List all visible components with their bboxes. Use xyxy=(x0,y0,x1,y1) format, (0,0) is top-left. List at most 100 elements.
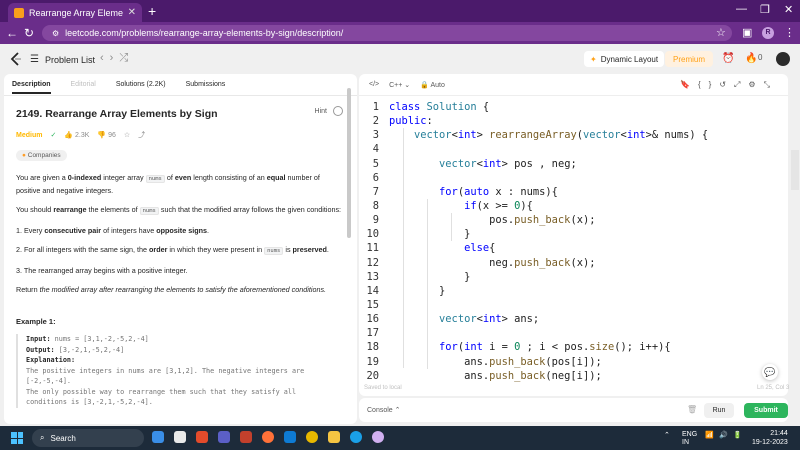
vscode-icon[interactable] xyxy=(284,431,296,443)
url-text: leetcode.com/problems/rearrange-array-el… xyxy=(65,28,344,38)
tab-description[interactable]: Description xyxy=(12,81,51,94)
submit-button[interactable]: Submit xyxy=(744,403,788,418)
code-line: 12 neg.push_back(x); xyxy=(366,256,596,269)
description-scrollbar[interactable] xyxy=(347,88,351,238)
firefox-icon[interactable] xyxy=(262,431,274,443)
code-line: 14 } xyxy=(366,284,446,297)
chat-feedback-icon[interactable]: 💬 xyxy=(762,364,778,380)
close-tab-icon[interactable]: ✕ xyxy=(128,7,136,18)
tab-submissions[interactable]: Submissions xyxy=(186,81,226,88)
share-icon[interactable]: ⤴ xyxy=(138,130,145,140)
list-icon: ☰ xyxy=(30,54,39,65)
browser-menu-icon[interactable]: ⋮ xyxy=(784,26,795,39)
volume-icon[interactable]: 🔊 xyxy=(719,431,728,439)
code-area[interactable]: 1 class Solution { 2 public: 3 vector<int>… xyxy=(359,96,788,383)
task-view-icon[interactable] xyxy=(152,431,164,443)
code-line: 18 for(int i = 0 ; i < pos.size(); i++){ xyxy=(366,341,671,354)
leetcode-top-nav: ☰ Problem List ‹›⤮ ✦ Dynamic Layout Prem… xyxy=(0,44,800,72)
indent-guide xyxy=(451,213,452,241)
problem-list-link[interactable]: ☰ Problem List xyxy=(30,54,95,65)
timer-icon[interactable]: ⏰ xyxy=(722,53,734,64)
clock[interactable]: 21:44 19-12-2023 xyxy=(752,429,788,447)
code-line: 13 } xyxy=(366,270,471,283)
saved-status: Saved to local xyxy=(364,385,402,391)
description-panel: Description Editorial Solutions (2.2K) S… xyxy=(4,74,357,424)
problem-title: 2149. Rearrange Array Elements by Sign xyxy=(16,108,218,120)
editor-actions[interactable]: 🔖{}↺⤢⚙⤡ xyxy=(680,80,778,90)
refresh-icon[interactable]: ↻ xyxy=(24,26,34,40)
leetcode-logo-icon[interactable] xyxy=(10,52,22,66)
indent-guide xyxy=(427,199,428,369)
left-tabs: Description Editorial Solutions (2.2K) S… xyxy=(4,74,357,96)
run-button[interactable]: Run xyxy=(704,403,734,418)
code-line: 20 ans.push_back(neg[i]); xyxy=(366,369,602,382)
settings-circle-icon[interactable] xyxy=(333,106,343,116)
condition-1: 1. Every consecutive pair of integers ha… xyxy=(16,226,209,235)
url-field[interactable]: ⚙ leetcode.com/problems/rearrange-array-… xyxy=(42,25,732,41)
prev-next-arrows[interactable]: ‹›⤮ xyxy=(100,52,134,65)
search-label: Search xyxy=(50,433,76,443)
favorite-star-icon[interactable]: ☆ xyxy=(124,131,130,139)
chrome-profile-icon[interactable] xyxy=(372,431,384,443)
indent-guide xyxy=(403,128,404,368)
console-bar: Console ⌃ 🗑 Run Submit xyxy=(359,398,788,422)
windows-start-icon[interactable] xyxy=(11,432,23,444)
dynamic-layout-button[interactable]: ✦ Dynamic Layout xyxy=(584,51,665,67)
new-tab-icon[interactable]: + xyxy=(148,3,156,19)
language-select[interactable]: C++ ⌄ xyxy=(389,81,410,89)
taskbar-search[interactable]: ⌕ Search xyxy=(32,429,144,447)
trash-icon[interactable]: 🗑 xyxy=(687,405,697,414)
widgets-icon[interactable] xyxy=(174,431,186,443)
code-line: 5 vector<int> pos , neg; xyxy=(372,157,577,170)
language-label: C++ xyxy=(389,81,403,89)
clock-time: 21:44 xyxy=(770,430,788,437)
code-line: 2 public: xyxy=(372,115,433,128)
premium-button[interactable]: Premium xyxy=(665,51,714,67)
browser-tab[interactable]: Rearrange Array Elements by Si ✕ xyxy=(8,3,142,22)
close-window-icon[interactable]: ✕ xyxy=(784,3,793,16)
sidebar-icon[interactable]: ▣ xyxy=(742,26,752,39)
console-toggle[interactable]: Console ⌃ xyxy=(367,406,401,414)
dynamic-layout-label: Dynamic Layout xyxy=(600,54,659,64)
tab-solutions[interactable]: Solutions (2.2K) xyxy=(116,81,166,88)
desc-paragraph-1: You are given a 0-indexed integer array … xyxy=(16,173,320,195)
code-line: 19 ans.push_back(pos[i]); xyxy=(366,355,602,368)
like-count: 2.3K xyxy=(75,132,90,139)
hint-button[interactable]: Hint xyxy=(315,108,327,115)
auto-mode-label: Auto xyxy=(430,81,445,89)
code-line: 11 else{ xyxy=(366,242,496,255)
region-label: IN xyxy=(682,439,689,446)
code-line: 16 vector<int> ans; xyxy=(366,313,540,326)
browser-profile-avatar[interactable]: R xyxy=(762,27,774,39)
battery-icon[interactable]: 🔋 xyxy=(733,431,742,439)
office-icon[interactable] xyxy=(240,431,252,443)
problem-meta: Medium ✓ 👍 2.3K 👎 96 ☆ ⤴ xyxy=(16,130,345,140)
code-line: 15 xyxy=(366,298,379,311)
language-indicator[interactable]: ENG IN xyxy=(682,431,697,447)
chrome-icon[interactable] xyxy=(306,431,318,443)
tray-overflow-icon[interactable]: ⌃ xyxy=(664,431,670,439)
like-button[interactable]: 👍 2.3K xyxy=(64,131,89,139)
streak-icon[interactable]: 🔥 xyxy=(745,53,757,64)
return-statement: Return the modified array after rearrang… xyxy=(16,285,327,294)
bookmark-star-icon[interactable]: ☆ xyxy=(716,26,726,39)
file-explorer-icon[interactable] xyxy=(328,431,340,443)
site-info-icon[interactable]: ⚙ xyxy=(52,29,59,38)
edge-icon[interactable] xyxy=(350,431,362,443)
back-icon[interactable]: ← xyxy=(6,26,18,40)
teams-icon[interactable] xyxy=(218,431,230,443)
companies-tag[interactable]: ● Companies xyxy=(16,150,67,161)
clock-date: 19-12-2023 xyxy=(752,439,788,446)
auto-mode[interactable]: 🔒 Auto xyxy=(420,81,445,89)
side-panel-toggle[interactable] xyxy=(791,150,799,190)
code-line: 7 for(auto x : nums){ xyxy=(372,185,558,198)
minimize-icon[interactable]: — xyxy=(736,3,747,15)
wifi-icon[interactable]: 📶 xyxy=(705,431,714,439)
example-block: Input: nums = [3,1,-2,-5,2,-4] Output: [… xyxy=(16,334,345,408)
user-avatar[interactable] xyxy=(776,52,790,66)
tab-editorial[interactable]: Editorial xyxy=(71,81,96,88)
maximize-icon[interactable]: ❐ xyxy=(760,3,770,16)
dislike-button[interactable]: 👎 96 xyxy=(97,131,115,139)
brave-icon[interactable] xyxy=(196,431,208,443)
example-heading: Example 1: xyxy=(16,317,56,326)
